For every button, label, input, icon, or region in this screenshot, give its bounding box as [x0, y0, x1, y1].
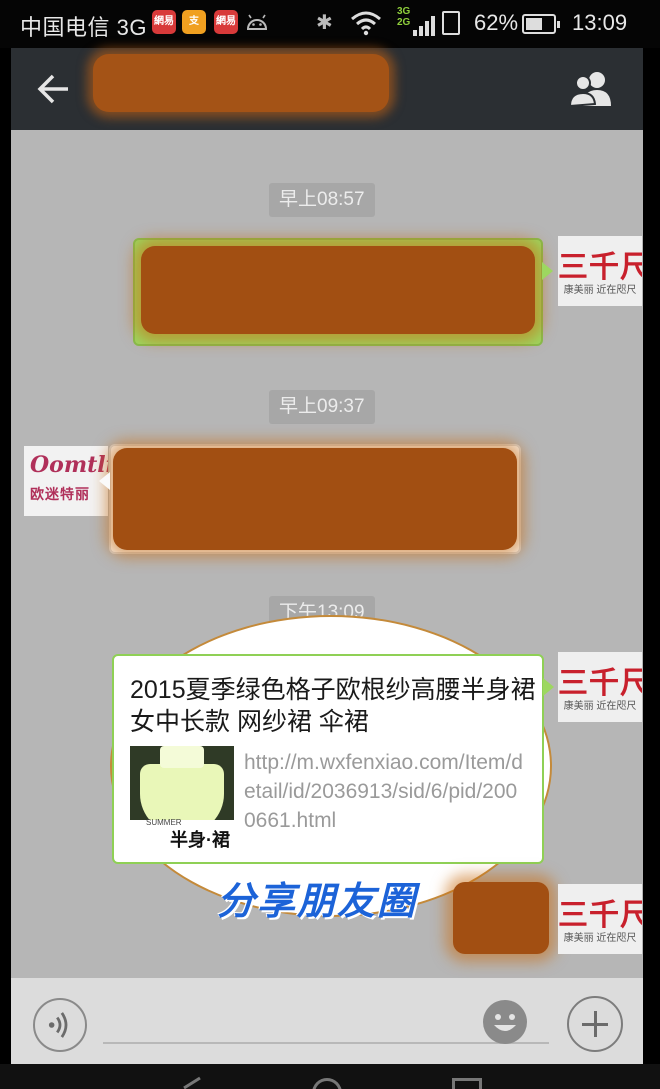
self-avatar[interactable]: 三千尺 康美丽 近在咫尺: [558, 884, 642, 954]
nav-back-icon[interactable]: [178, 1076, 204, 1089]
alipay-icon: 支: [182, 10, 206, 34]
phone-screen: 中国电信 3G 網易 支 網易 ✱ 3G 2G 62% 13:09 早上08:5…: [0, 0, 660, 1089]
chat-message-list[interactable]: 早上08:57 三千尺 康美丽 近在咫尺 早上09:37 Oomtli 欧迷特丽…: [11, 130, 643, 978]
arrow-left-icon[interactable]: [35, 72, 71, 106]
avatar-brand: 三千尺: [558, 666, 642, 701]
redacted-message: [113, 448, 517, 550]
netease-icon: 網易: [152, 10, 176, 34]
chat-input-bar: [11, 978, 643, 1064]
thumbnail-caption: 半身·裙: [170, 830, 230, 850]
status-bar: 中国电信 3G 網易 支 網易 ✱ 3G 2G 62% 13:09: [0, 0, 660, 48]
share-link-card[interactable]: 2015夏季绿色格子欧根纱高腰半身裙女中长款 网纱裙 伞裙 SUMMER 半身·…: [112, 654, 554, 864]
share-card-title: 2015夏季绿色格子欧根纱高腰半身裙女中长款 网纱裙 伞裙: [130, 676, 536, 736]
share-card-thumbnail: SUMMER 半身·裙: [130, 746, 234, 850]
share-card-link[interactable]: http://m.wxfenxiao.com/Item/detail/id/20…: [244, 748, 524, 835]
battery-percent: 62%: [474, 10, 519, 35]
self-avatar[interactable]: 三千尺 康美丽 近在咫尺: [558, 236, 642, 306]
avatar-brand-sub: 康美丽 近在咫尺: [563, 933, 637, 944]
voice-button[interactable]: [33, 998, 87, 1052]
emoji-icon: [494, 1014, 516, 1031]
bluetooth-icon: ✱: [316, 12, 333, 34]
group-contacts-icon[interactable]: [567, 70, 617, 108]
netease-icon: 網易: [214, 10, 238, 34]
voice-icon: [48, 1012, 68, 1038]
status-clock: 13:09: [572, 10, 628, 35]
avatar-brand: 三千尺: [558, 898, 642, 933]
avatar-brand-sub: 康美丽 近在咫尺: [563, 701, 637, 712]
share-moments-annotation: 分享朋友圈: [217, 881, 418, 923]
avatar-brand: 三千尺: [558, 250, 642, 285]
nav-recents-icon[interactable]: [452, 1078, 482, 1089]
contact-avatar[interactable]: Oomtli 欧迷特丽: [24, 446, 108, 516]
system-nav-bar: [0, 1064, 660, 1089]
network-type-top: 3G: [397, 6, 411, 17]
outgoing-message-bubble[interactable]: [133, 238, 553, 346]
nav-home-icon[interactable]: [312, 1078, 342, 1089]
android-icon: [246, 14, 268, 30]
chat-title-bar: [11, 48, 643, 130]
contact-avatar-logo: Oomtli: [30, 452, 108, 478]
contact-avatar-name: 欧迷特丽: [30, 486, 90, 502]
avatar-brand-sub: 康美丽 近在咫尺: [563, 285, 637, 296]
timestamp: 早上08:57: [269, 183, 375, 217]
battery-icon: [522, 14, 560, 34]
wifi-icon: [351, 11, 381, 36]
network-type: 3G 2G: [397, 6, 410, 28]
carrier-label: 中国电信 3G: [20, 15, 147, 40]
redacted-message: [453, 882, 549, 954]
signal-icon: [413, 16, 435, 36]
plus-button[interactable]: [567, 996, 623, 1052]
sim-alert-icon: [442, 11, 460, 35]
redacted-message: [141, 246, 535, 334]
battery-fill: [526, 18, 542, 30]
timestamp: 早上09:37: [269, 390, 375, 424]
network-type-bottom: 2G: [397, 17, 411, 28]
self-avatar[interactable]: 三千尺 康美丽 近在咫尺: [558, 652, 642, 722]
emoji-button[interactable]: [483, 1000, 527, 1044]
chat-title-redacted: [93, 54, 389, 112]
incoming-message-bubble[interactable]: [99, 444, 521, 554]
